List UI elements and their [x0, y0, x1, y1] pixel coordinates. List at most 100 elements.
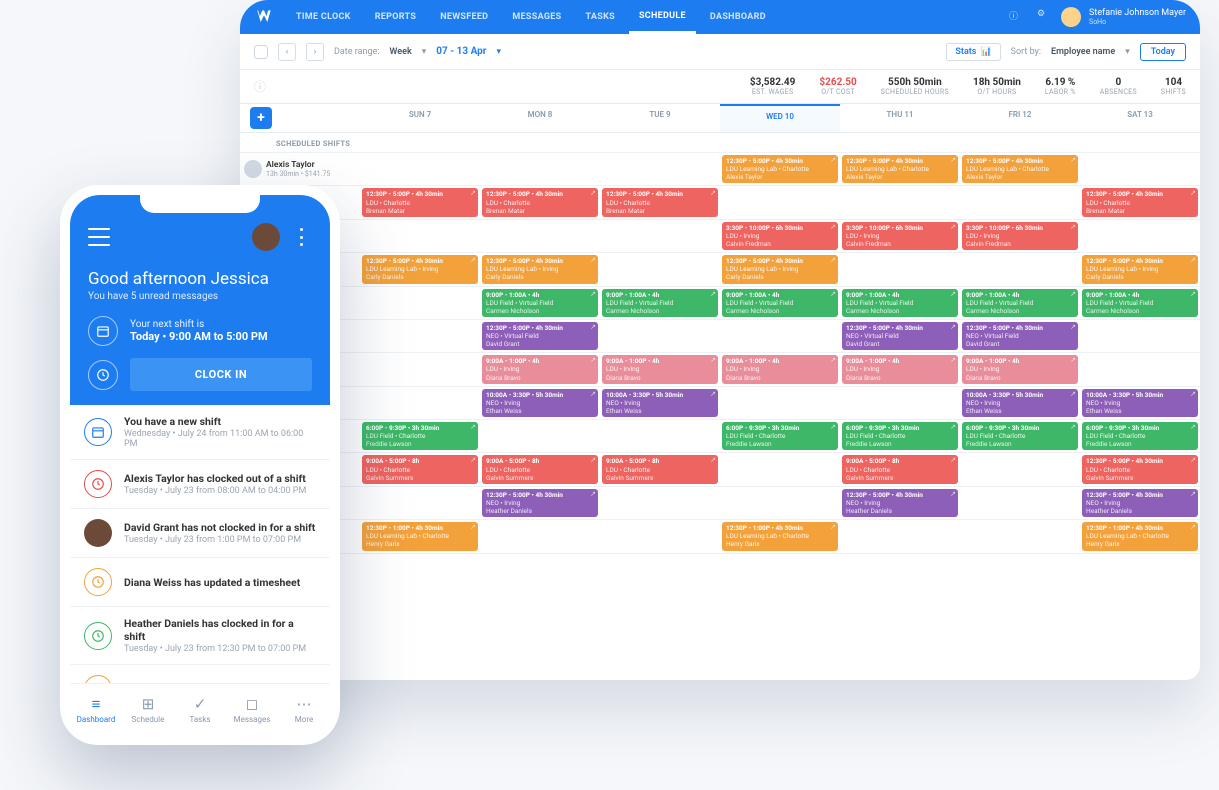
shift-card[interactable]: 6:00P - 9:30P • 3h 30minLDU Field • Char… [1082, 422, 1198, 450]
open-shift-icon[interactable]: ↗ [470, 523, 476, 532]
next-week-button[interactable]: › [306, 43, 324, 61]
day-slot[interactable]: 9:00P - 1:00A • 4hLDU Field • Virtual Fi… [480, 287, 600, 319]
day-slot[interactable] [360, 220, 480, 252]
day-slot[interactable] [600, 420, 720, 452]
open-shift-icon[interactable]: ↗ [710, 290, 716, 299]
shift-card[interactable]: 3:30P - 10:00P • 6h 30minLDU • IrvingCal… [962, 222, 1078, 250]
feed-item[interactable]: Alex Smith's availability has changed [70, 665, 330, 683]
day-slot[interactable]: 12:30P - 5:00P • 4h 30minNEO • Virtual F… [960, 320, 1080, 352]
metrics-info-icon[interactable]: ⓘ [254, 78, 266, 95]
open-shift-icon[interactable]: ↗ [1190, 390, 1196, 399]
shift-card[interactable]: 12:30P - 5:00P • 4h 30minLDU • Charlotte… [602, 188, 718, 216]
day-slot[interactable]: 9:00A - 1:00P • 4hLDU • IrvingDiana Brav… [840, 353, 960, 385]
day-slot[interactable] [1080, 353, 1200, 385]
today-button[interactable]: Today [1140, 43, 1186, 61]
day-slot[interactable] [840, 186, 960, 218]
day-header[interactable]: SUN 7 [360, 104, 480, 132]
day-slot[interactable] [720, 320, 840, 352]
day-slot[interactable]: 12:30P - 5:00P • 4h 30minNEO • Virtual F… [840, 320, 960, 352]
nav-tab-tasks[interactable]: TASKS [575, 0, 624, 34]
open-shift-icon[interactable]: ↗ [590, 456, 596, 465]
shift-card[interactable]: 12:30P - 5:00P • 4h 30minLDU Learning La… [482, 255, 598, 283]
open-shift-icon[interactable]: ↗ [830, 156, 836, 165]
open-shift-icon[interactable]: ↗ [470, 256, 476, 265]
open-shift-icon[interactable]: ↗ [1070, 223, 1076, 232]
stats-button[interactable]: Stats📊 [946, 43, 1000, 61]
day-header[interactable]: MON 8 [480, 104, 600, 132]
day-slot[interactable] [1080, 320, 1200, 352]
shift-card[interactable]: 12:30P - 5:00P • 4h 30minNEO • Virtual F… [962, 322, 1078, 350]
day-slot[interactable] [960, 520, 1080, 552]
shift-card[interactable]: 9:00A - 1:00P • 4hLDU • IrvingDiana Brav… [602, 355, 718, 383]
day-header[interactable]: THU 11 [840, 104, 960, 132]
day-slot[interactable] [600, 253, 720, 285]
day-slot[interactable] [600, 520, 720, 552]
feed-item[interactable]: You have a new shiftWednesday • July 24 … [70, 405, 330, 460]
feed-item[interactable]: Alexis Taylor has clocked out of a shift… [70, 460, 330, 509]
open-shift-icon[interactable]: ↗ [1070, 423, 1076, 432]
day-slot[interactable]: 9:00A - 1:00P • 4hLDU • IrvingDiana Brav… [600, 353, 720, 385]
day-slot[interactable]: 12:30P - 5:00P • 4h 30minLDU • Charlotte… [600, 186, 720, 218]
shift-card[interactable]: 9:00P - 1:00A • 4hLDU Field • Virtual Fi… [842, 289, 958, 317]
open-shift-icon[interactable]: ↗ [470, 456, 476, 465]
day-slot[interactable] [480, 220, 600, 252]
shift-card[interactable]: 12:30P - 5:00P • 4h 30minNEO • Virtual F… [482, 322, 598, 350]
shift-card[interactable]: 12:30P - 5:00P • 4h 30minNEO • IrvingHea… [1082, 489, 1198, 517]
shift-card[interactable]: 12:30P - 5:00P • 4h 30minLDU Learning La… [962, 155, 1078, 183]
tab-more[interactable]: ⋯More [278, 684, 330, 735]
day-slot[interactable]: 12:30P - 5:00P • 4h 30minLDU • Charlotte… [1080, 453, 1200, 485]
clock-in-button[interactable]: CLOCK IN [130, 358, 312, 391]
open-shift-icon[interactable]: ↗ [950, 356, 956, 365]
open-shift-icon[interactable]: ↗ [830, 356, 836, 365]
day-slot[interactable]: 10:00A - 3:30P • 5h 30minNEO • IrvingEth… [1080, 387, 1200, 419]
nav-tab-reports[interactable]: REPORTS [365, 0, 427, 34]
day-slot[interactable] [960, 453, 1080, 485]
day-slot[interactable]: 10:00A - 3:30P • 5h 30minNEO • IrvingEth… [480, 387, 600, 419]
tab-schedule[interactable]: ⊞Schedule [122, 684, 174, 735]
shift-card[interactable]: 12:30P - 5:00P • 4h 30minLDU Learning La… [722, 155, 838, 183]
day-slot[interactable]: 9:00P - 1:00A • 4hLDU Field • Virtual Fi… [720, 287, 840, 319]
open-shift-icon[interactable]: ↗ [590, 256, 596, 265]
day-slot[interactable] [360, 320, 480, 352]
open-shift-icon[interactable]: ↗ [1190, 523, 1196, 532]
day-slot[interactable] [360, 287, 480, 319]
day-slot[interactable]: 9:00A - 1:00P • 4hLDU • IrvingDiana Brav… [480, 353, 600, 385]
shift-card[interactable]: 9:00P - 1:00A • 4hLDU Field • Virtual Fi… [1082, 289, 1198, 317]
day-slot[interactable]: 12:30P - 5:00P • 4h 30minLDU Learning La… [360, 253, 480, 285]
open-shift-icon[interactable]: ↗ [1190, 290, 1196, 299]
open-shift-icon[interactable]: ↗ [1070, 323, 1076, 332]
shift-card[interactable]: 9:00A - 5:00P • 8hLDU • CharlotteGalvin … [602, 455, 718, 483]
shift-card[interactable]: 6:00P - 9:30P • 3h 30minLDU Field • Char… [362, 422, 478, 450]
day-slot[interactable] [600, 320, 720, 352]
day-slot[interactable]: 9:00A - 1:00P • 4hLDU • IrvingDiana Brav… [720, 353, 840, 385]
open-shift-icon[interactable]: ↗ [470, 423, 476, 432]
range-unit[interactable]: Week [390, 47, 412, 57]
day-slot[interactable]: 9:00A - 5:00P • 8hLDU • CharlotteGalvin … [360, 453, 480, 485]
open-shift-icon[interactable]: ↗ [1070, 290, 1076, 299]
day-slot[interactable]: 6:00P - 9:30P • 3h 30minLDU Field • Char… [360, 420, 480, 452]
day-slot[interactable] [360, 387, 480, 419]
day-slot[interactable]: 6:00P - 9:30P • 3h 30minLDU Field • Char… [1080, 420, 1200, 452]
day-slot[interactable]: 6:00P - 9:30P • 3h 30minLDU Field • Char… [720, 420, 840, 452]
day-slot[interactable]: 12:30P - 5:00P • 4h 30minNEO • IrvingHea… [480, 487, 600, 519]
day-slot[interactable]: 9:00P - 1:00A • 4hLDU Field • Virtual Fi… [840, 287, 960, 319]
info-icon[interactable]: ⓘ [1009, 9, 1025, 25]
day-slot[interactable]: 12:30P - 5:00P • 4h 30minLDU • Charlotte… [1080, 186, 1200, 218]
open-shift-icon[interactable]: ↗ [590, 356, 596, 365]
open-shift-icon[interactable]: ↗ [710, 390, 716, 399]
day-header[interactable]: FRI 12 [960, 104, 1080, 132]
shift-card[interactable]: 12:30P - 1:00P • 4h 30minLDU Learning La… [362, 522, 478, 550]
shift-card[interactable]: 12:30P - 5:00P • 4h 30minLDU • Charlotte… [1082, 188, 1198, 216]
day-header[interactable]: SAT 13 [1080, 104, 1200, 132]
open-shift-icon[interactable]: ↗ [1190, 423, 1196, 432]
shift-card[interactable]: 12:30P - 1:00P • 4h 30minLDU Learning La… [722, 522, 838, 550]
shift-card[interactable]: 12:30P - 5:00P • 4h 30minLDU • Charlotte… [482, 188, 598, 216]
shift-card[interactable]: 9:00P - 1:00A • 4hLDU Field • Virtual Fi… [602, 289, 718, 317]
day-slot[interactable] [600, 487, 720, 519]
day-slot[interactable] [360, 353, 480, 385]
shift-card[interactable]: 12:30P - 5:00P • 4h 30minNEO • IrvingHea… [482, 489, 598, 517]
activity-feed[interactable]: You have a new shiftWednesday • July 24 … [70, 405, 330, 683]
day-slot[interactable]: 12:30P - 5:00P • 4h 30minLDU Learning La… [960, 153, 1080, 185]
nav-tab-schedule[interactable]: SCHEDULE [629, 0, 696, 34]
employee-cell[interactable]: Alexis Taylor13h 30min • $141.75 [240, 153, 360, 185]
